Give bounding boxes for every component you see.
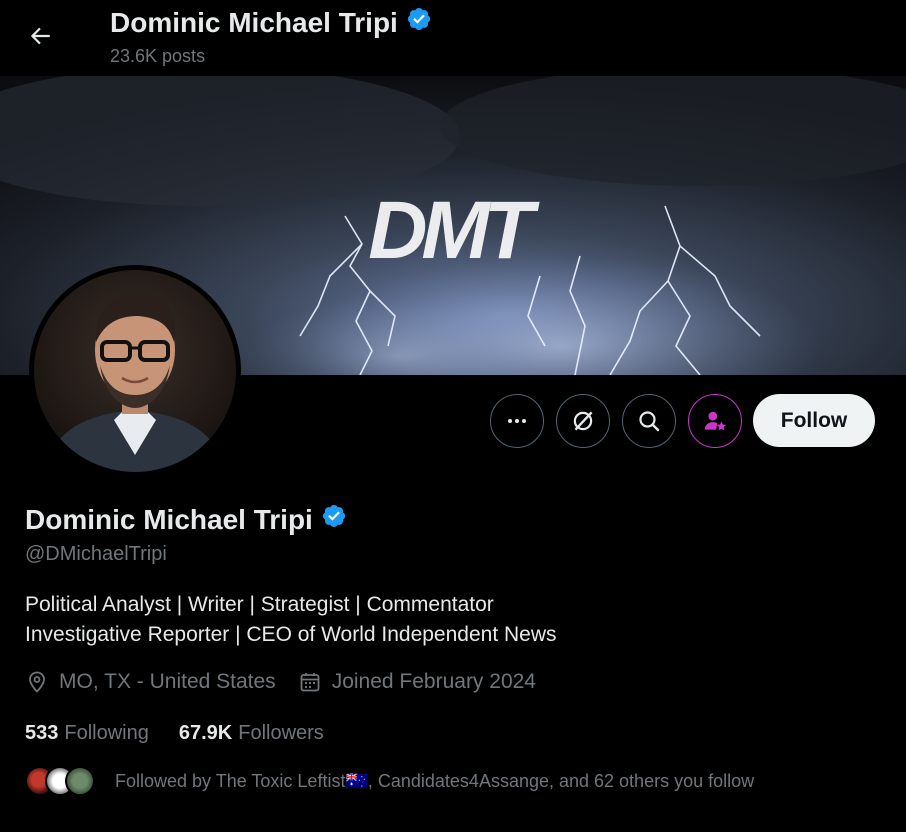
grok-icon [573, 411, 593, 431]
subscribe-star-icon [704, 411, 727, 431]
profile-name-text: Dominic Michael Tripi [25, 503, 313, 535]
subscribe-button[interactable] [688, 394, 742, 448]
joined-text: Joined February 2024 [331, 670, 536, 693]
header-name-text: Dominic Michael Tripi [110, 6, 398, 38]
verified-badge-icon[interactable] [321, 503, 347, 536]
profile-handle: @DMichaelTripi [25, 543, 167, 565]
profile-avatar[interactable] [29, 265, 241, 477]
mutual-avatars [25, 764, 105, 798]
profile-bio: Political Analyst | Writer | Strategist … [25, 590, 557, 650]
posts-count: 23.6K posts [110, 46, 206, 66]
profile-name: Dominic Michael Tripi [25, 503, 347, 536]
location-item: MO, TX - United States [25, 670, 276, 694]
following-label: Following [64, 722, 149, 744]
followers-link[interactable]: 67.9K Followers [179, 722, 324, 745]
bio-line: Political Analyst | Writer | Strategist … [25, 593, 494, 616]
back-arrow-icon[interactable] [22, 18, 58, 54]
followers-count: 67.9K [178, 722, 233, 744]
more-dots-icon [508, 419, 526, 423]
search-icon [639, 411, 660, 432]
more-options-button[interactable] [490, 394, 544, 448]
location-pin-icon [29, 671, 45, 693]
top-bar: Dominic Michael Tripi 23.6K posts [0, 0, 906, 76]
mutual-avatar [65, 766, 95, 796]
followed-by-row[interactable]: Followed by The Toxic Leftist🇦🇺, Candida… [25, 764, 754, 798]
followers-label: Followers [238, 722, 324, 744]
banner-logo: DMT [368, 185, 540, 276]
profile-meta: MO, TX - United States Joined February 2… [25, 670, 558, 694]
following-link[interactable]: 533 Following [25, 722, 149, 745]
location-text: MO, TX - United States [59, 670, 276, 693]
grok-button[interactable] [556, 394, 610, 448]
bio-line: Investigative Reporter | CEO of World In… [25, 623, 557, 646]
follow-button[interactable]: Follow [753, 394, 875, 447]
joined-item: Joined February 2024 [298, 670, 536, 694]
verified-badge-icon [406, 6, 432, 39]
follow-stats: 533 Following 67.9K Followers [25, 722, 324, 745]
followed-by-text: Followed by The Toxic Leftist🇦🇺, Candida… [115, 770, 755, 791]
search-profile-button[interactable] [622, 394, 676, 448]
header-title: Dominic Michael Tripi [110, 6, 432, 39]
following-count: 533 [25, 722, 59, 744]
calendar-icon [300, 673, 320, 692]
